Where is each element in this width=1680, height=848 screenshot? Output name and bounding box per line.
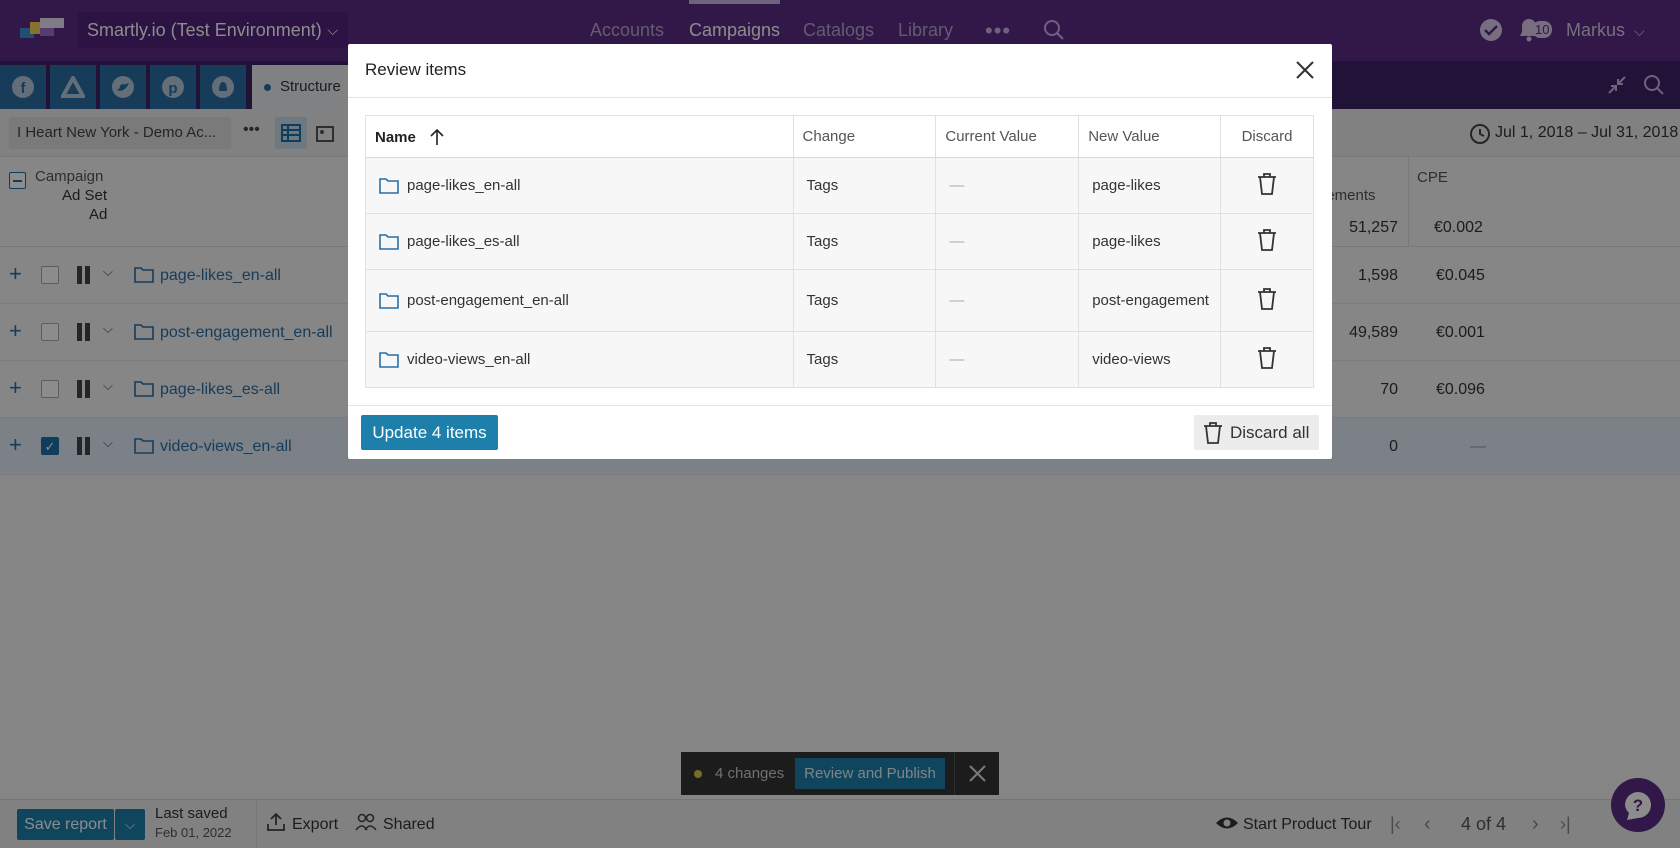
item-name: page-likes_es-all bbox=[407, 233, 520, 250]
item-name-cell: video-views_en-all bbox=[365, 331, 794, 388]
column-name[interactable]: Name bbox=[365, 115, 794, 158]
column-discard: Discard bbox=[1220, 115, 1314, 158]
divider bbox=[348, 97, 1332, 98]
table-row: post-engagement_en-all Tags — post-engag… bbox=[365, 269, 1314, 332]
item-name: post-engagement_en-all bbox=[407, 292, 569, 309]
discard-item-button[interactable] bbox=[1220, 213, 1314, 270]
item-current-value: — bbox=[935, 269, 1080, 332]
column-change: Change bbox=[793, 115, 937, 158]
item-current-value: — bbox=[935, 331, 1080, 388]
discard-all-label: Discard all bbox=[1230, 423, 1310, 442]
trash-icon bbox=[1258, 228, 1277, 251]
divider bbox=[348, 405, 1332, 406]
item-change: Tags bbox=[793, 269, 937, 332]
trash-icon bbox=[1202, 421, 1224, 457]
item-change: Tags bbox=[793, 213, 937, 270]
table-row: page-likes_en-all Tags — page-likes bbox=[365, 157, 1314, 214]
item-new-value: page-likes bbox=[1078, 213, 1222, 270]
item-name-cell: page-likes_es-all bbox=[365, 213, 794, 270]
folder-icon bbox=[379, 352, 399, 368]
sort-ascending-icon bbox=[430, 128, 444, 145]
item-new-value: page-likes bbox=[1078, 157, 1222, 214]
column-new-value: New Value bbox=[1078, 115, 1222, 158]
table-header-row: Name Change Current Value New Value Disc… bbox=[365, 115, 1314, 158]
discard-item-button[interactable] bbox=[1220, 157, 1314, 214]
trash-icon bbox=[1258, 172, 1277, 195]
item-new-value: post-engagement bbox=[1078, 269, 1222, 332]
folder-icon bbox=[379, 234, 399, 250]
folder-icon bbox=[379, 178, 399, 194]
item-name: page-likes_en-all bbox=[407, 177, 521, 194]
review-items-table: Name Change Current Value New Value Disc… bbox=[365, 115, 1314, 388]
item-current-value: — bbox=[935, 213, 1080, 270]
item-change: Tags bbox=[793, 157, 937, 214]
table-row: video-views_en-all Tags — video-views bbox=[365, 331, 1314, 388]
discard-item-button[interactable] bbox=[1220, 269, 1314, 332]
close-icon[interactable] bbox=[1293, 58, 1317, 82]
item-name-cell: page-likes_en-all bbox=[365, 157, 794, 214]
item-change: Tags bbox=[793, 331, 937, 388]
update-items-button[interactable]: Update 4 items bbox=[361, 415, 498, 450]
column-name-label: Name bbox=[375, 128, 416, 146]
column-current-value: Current Value bbox=[935, 115, 1080, 158]
table-row: page-likes_es-all Tags — page-likes bbox=[365, 213, 1314, 270]
item-current-value: — bbox=[935, 157, 1080, 214]
review-items-dialog: Review items Name Change Current Value N… bbox=[348, 44, 1332, 459]
item-name-cell: post-engagement_en-all bbox=[365, 269, 794, 332]
item-new-value: video-views bbox=[1078, 331, 1222, 388]
discard-item-button[interactable] bbox=[1220, 331, 1314, 388]
discard-all-button[interactable]: Discard all bbox=[1194, 415, 1319, 450]
folder-icon bbox=[379, 293, 399, 309]
dialog-title: Review items bbox=[365, 60, 467, 79]
item-name: video-views_en-all bbox=[407, 351, 531, 368]
trash-icon bbox=[1258, 346, 1277, 369]
trash-icon bbox=[1258, 287, 1277, 310]
